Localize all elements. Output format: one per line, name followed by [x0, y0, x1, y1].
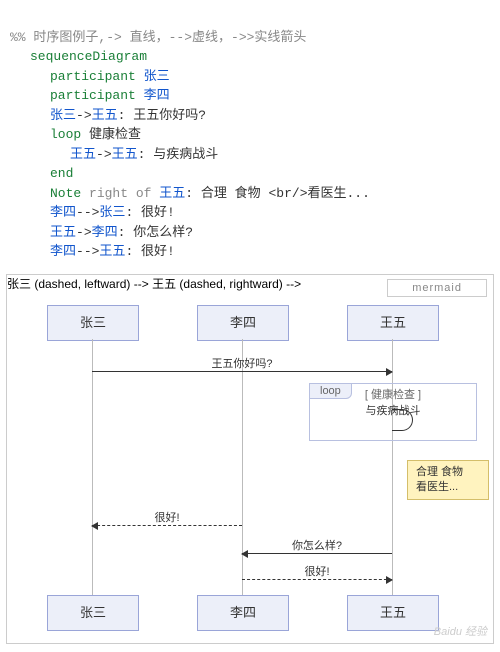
lifeline-a3	[392, 339, 393, 595]
id-p1: 张三	[99, 205, 125, 220]
actor-box-a2: 李四	[197, 305, 289, 341]
id-p1: 张三	[144, 69, 170, 84]
id-p2: 李四	[144, 88, 170, 103]
note-box: 合理 食物 看医生...	[407, 460, 489, 501]
note-text: : 合理 食物 <br/>看医生...	[185, 186, 370, 201]
actor-box-a3-bottom: 王五	[347, 595, 439, 631]
id-p3: 王五	[159, 186, 185, 201]
note-right: right of	[89, 186, 151, 201]
id-p3: 王五	[50, 225, 76, 240]
kw-part: participant	[50, 88, 136, 103]
kw-seq: sequenceDiagram	[30, 49, 147, 64]
arrow-solid	[92, 371, 392, 372]
render-badge: mermaid	[387, 279, 487, 297]
arrow: ->	[76, 225, 92, 240]
note-line1: 合理 食物	[416, 465, 480, 480]
code-comment: %% 时序图例子,-> 直线，-->虚线，->>实线箭头	[10, 30, 306, 45]
kw-end: end	[50, 166, 73, 181]
actor-box-a1-bottom: 张三	[47, 595, 139, 631]
actor-box-a2-bottom: 李四	[197, 595, 289, 631]
loop-frame-title: [ 健康检查 ]	[310, 386, 476, 402]
watermark: Baidu 经验	[434, 623, 487, 639]
id-p3: 王五	[112, 147, 138, 162]
actor-box-a3: 王五	[347, 305, 439, 341]
kw-loop: loop	[50, 127, 81, 142]
arrow: -->	[76, 205, 99, 220]
msg-text: : 很好!	[125, 205, 174, 220]
lifeline-a1	[92, 339, 93, 595]
message-label: 你怎么样?	[242, 537, 392, 553]
id-p3: 王五	[99, 244, 125, 259]
kw-note: Note	[50, 186, 81, 201]
id-p1: 张三	[50, 108, 76, 123]
sequence-diagram: mermaid 张三 李四 王五 王五你好吗? loop [ 健康检查 ] 与疾…	[6, 274, 494, 644]
arrow: -->	[76, 244, 99, 259]
actor-box-a1: 张三	[47, 305, 139, 341]
arrow: ->	[96, 147, 112, 162]
msg-text: : 很好!	[125, 244, 174, 259]
message-label: 很好!	[242, 563, 392, 579]
id-p3: 王五	[92, 108, 118, 123]
message-label: 很好!	[92, 509, 242, 525]
kw-part: participant	[50, 69, 136, 84]
note-line2: 看医生...	[416, 480, 480, 495]
message-label: 王五你好吗?	[92, 355, 392, 371]
arrow: ->	[76, 108, 92, 123]
code-block: %% 时序图例子,-> 直线，-->虚线，->>实线箭头 sequenceDia…	[0, 0, 500, 270]
arrow-dashed	[242, 579, 392, 580]
msg-text: : 你怎么样?	[118, 225, 193, 240]
msg-text: : 与疾病战斗	[138, 147, 219, 162]
loop-title: 健康检查	[89, 127, 141, 142]
arrow-solid	[242, 553, 392, 554]
self-message-arc	[392, 409, 413, 431]
id-p2: 李四	[50, 205, 76, 220]
arrow-dashed	[92, 525, 242, 526]
id-p2: 李四	[92, 225, 118, 240]
id-p3: 王五	[70, 147, 96, 162]
id-p2: 李四	[50, 244, 76, 259]
msg-text: : 王五你好吗?	[118, 108, 206, 123]
